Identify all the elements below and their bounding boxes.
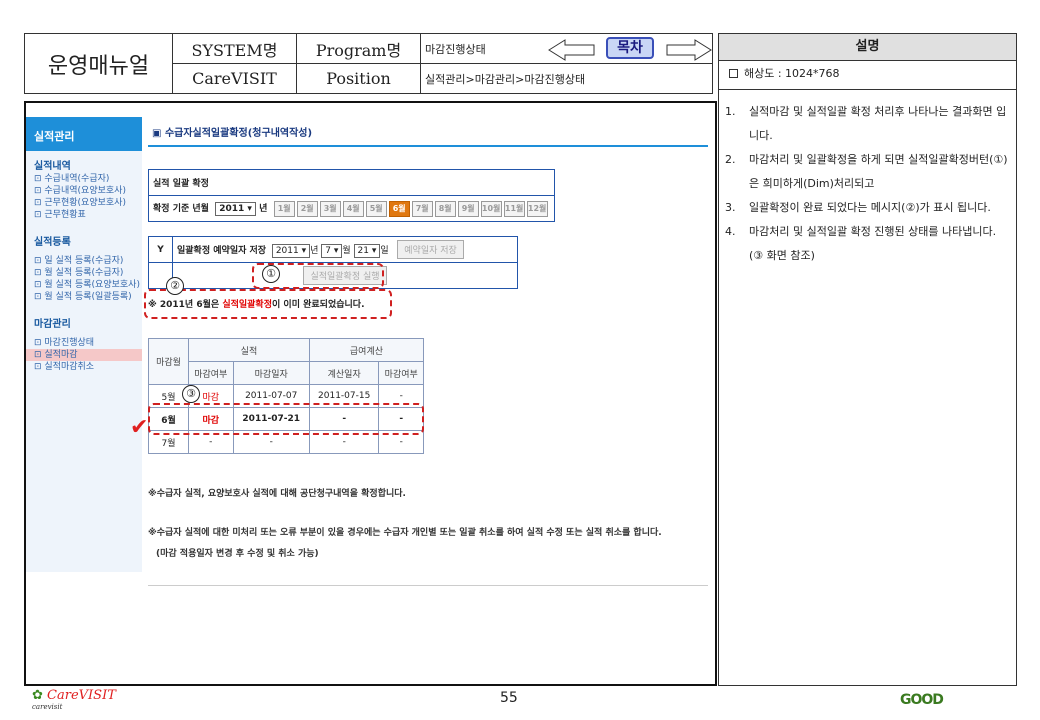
- sidebar-section: 실적등록: [34, 237, 71, 248]
- col-close: 마감여부: [188, 361, 234, 385]
- position-label: Position: [296, 63, 421, 94]
- sidebar-link[interactable]: ⊡ 월 실적 등록(수급자): [26, 267, 142, 279]
- description-item: 2. 마감처리 및 일괄확정을 하게 되면 실적일괄확정버턴(①) 은 희미하게(…: [725, 148, 1008, 196]
- system-value: CareVISIT: [172, 63, 297, 94]
- col-pay: 급여계산: [308, 338, 425, 362]
- col-close2: 마감여부: [378, 361, 424, 385]
- reserve-save-button[interactable]: 예약일자 저장: [397, 240, 464, 259]
- month-button[interactable]: 7월: [411, 200, 433, 217]
- good-logo: GOOD: [900, 692, 944, 708]
- sidebar-link[interactable]: ⊡ 일 실적 등록(수급자): [26, 255, 142, 267]
- note-2: ※수급자 실적에 대한 미처리 또는 오류 부분이 있을 경우에는 수급자 개인…: [148, 528, 662, 538]
- description-title: 설명: [719, 34, 1016, 61]
- marker-1: ①: [262, 265, 280, 283]
- note-3: (마감 적용일자 변경 후 수정 및 취소 가능): [156, 549, 319, 559]
- carevisit-logo: ✿ CareVISIT carevisit: [32, 688, 116, 711]
- col-calc-date: 계산일자: [308, 361, 380, 385]
- col-month: 마감월: [148, 338, 189, 385]
- month-button[interactable]: 1월: [273, 200, 295, 217]
- marker-3: ③: [182, 385, 200, 403]
- content-title: ▣ 수급자실적일괄확정(청구내역작성): [148, 121, 708, 147]
- checkmark-icon: ✔: [130, 415, 149, 440]
- program-label: Program명: [296, 33, 421, 64]
- description-item: 3. 일괄확정이 완료 되었다는 메시지(②)가 표시 됩니다.: [725, 196, 1008, 220]
- sidebar-link[interactable]: ⊡ 월 실적 등록(일괄등록): [26, 291, 142, 303]
- sidebar-link[interactable]: ⊡ 근무현황표: [26, 209, 142, 221]
- reserve-row: 일괄확정 예약일자 저장 2011 ▾ 년 7 ▾ 월 21 ▾ 일 예약일자 저장: [172, 236, 518, 263]
- reserve-year-select[interactable]: 2011 ▾: [271, 244, 311, 258]
- item-text: 마감처리 및 실적일괄 확정 진행된 상태를 나타냅니다.(③ 화면 참조): [749, 225, 997, 262]
- month-button[interactable]: 12월: [526, 200, 548, 217]
- toc-button[interactable]: 목차: [606, 37, 654, 59]
- month-button[interactable]: 4월: [342, 200, 364, 217]
- item-text: 실적마감 및 실적일괄 확정 처리후 나타나는 결과화면 입니다.: [749, 105, 1007, 142]
- sidebar-link[interactable]: ⊡ 수급내역(수급자): [26, 173, 142, 185]
- sidebar-link[interactable]: ⊡ 근무현황(요양보호사): [26, 197, 142, 209]
- next-arrow-icon[interactable]: [665, 39, 713, 61]
- base-month-row: 확정 기준 년월 2011 ▾ 년 1월 2월 3월 4월 5월 6월 7월 8월 9월 10월 1…: [148, 195, 555, 222]
- prev-arrow-icon[interactable]: [547, 39, 597, 61]
- confirm-table: 실적 일괄 확정 확정 기준 년월 2011 ▾ 년 1월 2월 3월 4월 5월 6월 7…: [148, 169, 555, 222]
- reserve-month-select[interactable]: 7 ▾: [321, 244, 343, 258]
- month-button[interactable]: 11월: [503, 200, 525, 217]
- month-button[interactable]: 3월: [319, 200, 341, 217]
- y-mark: Y: [148, 236, 173, 263]
- sidebar-link[interactable]: ⊡ 실적마감취소: [26, 361, 142, 373]
- col-perf: 실적: [188, 338, 310, 362]
- item-text: 일괄확정이 완료 되었다는 메시지(②)가 표시 됩니다.: [749, 201, 991, 214]
- sidebar-link[interactable]: ⊡ 마감진행상태: [26, 337, 142, 349]
- resolution-row: 해상도 : 1024*768: [719, 61, 1016, 90]
- content-area: ▣ 수급자실적일괄확정(청구내역작성) 실적 일괄 확정 확정 기준 년월 20…: [148, 121, 708, 586]
- logo-icon: ✿: [32, 688, 43, 703]
- screen-frame: 실적관리 실적내역 ⊡ 수급내역(수급자) ⊡ 수급내역(요양보호사) ⊡ 근무…: [24, 101, 717, 686]
- item-number: 1.: [725, 105, 736, 118]
- sidebar-link[interactable]: ⊡ 수급내역(요양보호사): [26, 185, 142, 197]
- description-panel: 설명 해상도 : 1024*768 1. 실적마감 및 실적일괄 확정 처리후 나…: [718, 33, 1017, 686]
- sidebar-link-active[interactable]: ⊡ 실적마감: [26, 349, 142, 361]
- resolution-text: 해상도 : 1024*768: [744, 67, 840, 80]
- highlight-message: [144, 289, 392, 319]
- position-value: 실적관리>마감관리>마감진행상태: [420, 63, 713, 94]
- month-button[interactable]: 5월: [365, 200, 387, 217]
- manual-title: 운영매뉴얼: [24, 33, 173, 94]
- description-item: 4. 마감처리 및 실적일괄 확정 진행된 상태를 나타냅니다.(③ 화면 참조): [725, 220, 1008, 268]
- sidebar-link[interactable]: ⊡ 월 실적 등록(요양보호사): [26, 279, 142, 291]
- month-button[interactable]: 8월: [434, 200, 456, 217]
- description-item: 1. 실적마감 및 실적일괄 확정 처리후 나타나는 결과화면 입니다.: [725, 100, 1008, 148]
- month-button[interactable]: 2월: [296, 200, 318, 217]
- sidebar-section: 마감관리: [34, 319, 71, 330]
- note-1: ※수급자 실적, 요양보호사 실적에 대해 공단청구내역을 확정합니다.: [148, 489, 406, 499]
- item-number: 2.: [725, 153, 736, 166]
- sidebar-head: 실적관리: [26, 117, 142, 151]
- item-number: 3.: [725, 201, 736, 214]
- year-select[interactable]: 2011 ▾: [215, 201, 256, 216]
- sidebar: 실적관리 실적내역 ⊡ 수급내역(수급자) ⊡ 수급내역(요양보호사) ⊡ 근무…: [26, 117, 142, 572]
- page-number: 55: [500, 690, 518, 706]
- marker-2: ②: [166, 277, 184, 295]
- month-button[interactable]: 9월: [457, 200, 479, 217]
- program-value-cell: 마감진행상태 목차: [420, 33, 713, 64]
- item-text: 마감처리 및 일괄확정을 하게 되면 실적일괄확정버턴(①) 은 희미하게(Di…: [749, 153, 1008, 190]
- confirm-head: 실적 일괄 확정: [148, 169, 555, 196]
- month-button[interactable]: 10월: [480, 200, 502, 217]
- sidebar-section: 실적내역: [34, 161, 71, 172]
- program-value: 마감진행상태: [425, 42, 486, 56]
- highlight-june-row: [148, 403, 424, 435]
- item-number: 4.: [725, 225, 736, 238]
- reserve-day-select[interactable]: 21 ▾: [353, 244, 381, 258]
- month-button-selected[interactable]: 6월: [388, 200, 410, 217]
- header-table: 운영매뉴얼 SYSTEM명 Program명 마감진행상태 목차 CareVIS…: [24, 33, 713, 94]
- system-label: SYSTEM명: [172, 33, 297, 64]
- description-list: 1. 실적마감 및 실적일괄 확정 처리후 나타나는 결과화면 입니다. 2. 마감…: [719, 90, 1016, 268]
- checkbox-icon: [729, 69, 738, 78]
- col-close-date: 마감일자: [232, 361, 310, 385]
